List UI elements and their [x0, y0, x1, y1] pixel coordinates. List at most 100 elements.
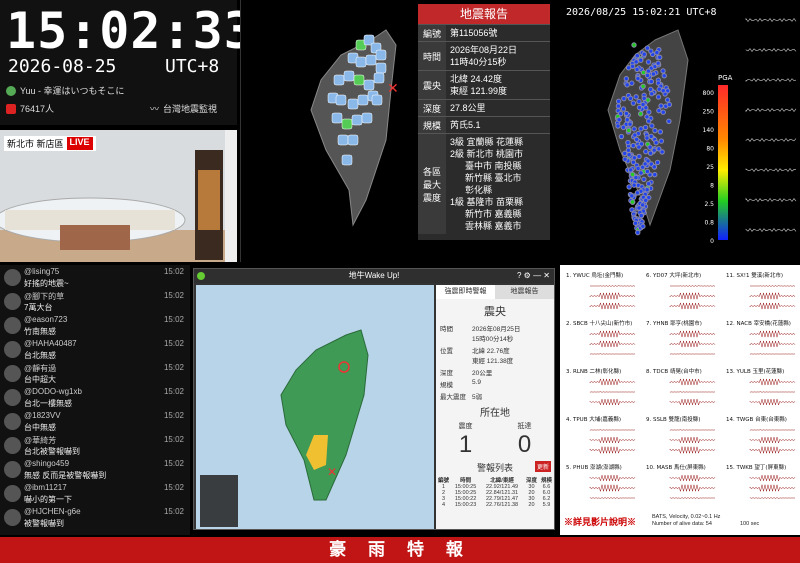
- report-row-value: 北緯 24.42度 東經 121.99度: [450, 74, 508, 96]
- station-label: 3. RLNB 二林(彰化縣): [566, 367, 621, 375]
- waveform-trace: [589, 436, 636, 444]
- report-row-value: 2026年08月22日 11時40分15秒: [450, 45, 518, 67]
- pga-station: [652, 127, 658, 134]
- report-row-key: 深度: [418, 100, 446, 116]
- app-status-dot: [197, 272, 205, 280]
- report-row-key: 規模: [418, 117, 446, 133]
- chat-author: @shingo459: [24, 459, 70, 468]
- pga-station: [632, 220, 639, 226]
- pga-station: [635, 165, 641, 172]
- pga-station: [618, 133, 625, 140]
- pga-station: [623, 75, 630, 82]
- pga-station: [620, 124, 627, 131]
- channel-name: 台灣地震監視: [163, 104, 218, 114]
- chat-author: @1823VV: [24, 411, 61, 420]
- station-label: 6. YD07 大坪(新北市): [646, 271, 701, 279]
- music-line: Yuu - 幸運はいつもそこに: [6, 84, 124, 97]
- chat-author: @lising75: [24, 267, 60, 276]
- pga-station: [644, 186, 650, 193]
- waveform-trace: [749, 340, 796, 348]
- heavy-rain-alert-banner: 豪 雨 特 報: [0, 537, 800, 563]
- app-title: 地牛Wake Up!: [348, 271, 400, 280]
- chat-text: 被警報嚇到: [24, 519, 64, 528]
- pga-station: [631, 182, 637, 188]
- pga-station: [626, 184, 632, 190]
- clock-date: 2026-08-25: [8, 56, 117, 77]
- pga-station: [631, 42, 637, 48]
- chat-time: 15:02: [163, 363, 184, 372]
- pga-station: [622, 150, 628, 157]
- waveform-trace: [669, 302, 716, 310]
- pga-station: [631, 126, 637, 132]
- pga-station: [637, 111, 644, 117]
- pga-tick-label: 8: [710, 183, 714, 190]
- intensity-marker: [337, 134, 349, 146]
- pga-station: [660, 87, 667, 94]
- seismogram-trace: [745, 227, 797, 233]
- chat-message: @腳下的草 7萬大台 15:02: [2, 291, 188, 315]
- pga-station: [633, 59, 639, 65]
- pga-station: [629, 199, 636, 205]
- app-map[interactable]: ✕: [196, 285, 434, 529]
- field-value: 北緯 22.76度 東經 121.38度: [472, 348, 514, 365]
- panel-heading: 震央: [484, 306, 506, 318]
- window-controls[interactable]: ? ⚙ — ✕: [517, 269, 550, 283]
- pga-station: [666, 101, 673, 108]
- refresh-button[interactable]: 更新: [534, 461, 551, 472]
- pga-station: [634, 190, 641, 196]
- pga-station: [627, 121, 633, 127]
- alert-cell: 4: [441, 502, 446, 508]
- chat-message: @ibm11217 嚇小的第一下 15:02: [2, 483, 188, 507]
- pga-station: [626, 127, 632, 134]
- station-label: 15. TWKB 望丁(屏東縣): [726, 463, 786, 471]
- pga-station: [649, 123, 655, 129]
- pga-station: [647, 144, 653, 150]
- chat-author: @eason723: [24, 315, 68, 324]
- intensity-marker: [351, 114, 363, 126]
- pga-station: [620, 106, 627, 112]
- pga-station: [666, 118, 672, 125]
- pga-station: [636, 144, 642, 150]
- viewer-count: 76417人: [20, 104, 55, 114]
- waveform-trace: [669, 429, 716, 431]
- chat-avatar: [4, 341, 21, 358]
- tab-report[interactable]: 地震報告: [495, 285, 554, 299]
- chat-time: 15:02: [163, 291, 184, 300]
- chat-text: 台中超大: [24, 375, 56, 384]
- intensity-marker: [331, 112, 343, 124]
- waveform-trace: [669, 378, 716, 386]
- location-values: 1 0: [436, 431, 554, 459]
- seismogram-trace: [745, 137, 797, 143]
- field-value: 2026年08月25日 15時00分14秒: [472, 326, 521, 343]
- station-label: 9. SSLB 雙龍(南投縣): [646, 415, 700, 423]
- pga-station: [640, 223, 646, 230]
- waveform-trace: [589, 378, 636, 386]
- earthquake-report: 地震報告 編號 第115056號 時間 2026年08月22日 11時40分15秒 震央…: [418, 4, 550, 240]
- intensity-label: 震度: [458, 423, 473, 430]
- chat-avatar: [4, 509, 21, 526]
- chat-time: 15:02: [163, 339, 184, 348]
- pga-station: [656, 107, 662, 114]
- waveform-trace: [669, 329, 716, 338]
- chat-text: 台北一樓無感: [24, 399, 72, 408]
- intensity-marker: [353, 74, 365, 86]
- chat-message: @DODO-wg1xb 台北一樓無感 15:02: [2, 387, 188, 411]
- chat-message: @lising75 好搖的地震~ 15:02: [2, 267, 188, 291]
- pga-station: [635, 75, 641, 82]
- report-row-value: 3級 宜蘭縣 花蓮縣 2級 新北市 桃園市 臺中市 南投縣 新竹縣 臺北市 彰化…: [450, 137, 524, 231]
- tab-realtime[interactable]: 強震即時警報: [436, 285, 495, 299]
- chat-message: @靜有過 台中超大 15:02: [2, 363, 188, 387]
- intensity-marker: [361, 112, 373, 124]
- pga-ticks: 800 250 140 80 25 8 2.5 0.8 0: [703, 90, 715, 245]
- live-camera: 新北市 新店區 LIVE: [0, 130, 237, 262]
- waveform-trace: [749, 429, 796, 431]
- intensity-marker: [341, 154, 353, 166]
- seismogram-trace: [745, 77, 797, 83]
- intensity-marker: [335, 94, 347, 106]
- report-row-key: 各區 最大 震度: [418, 134, 446, 234]
- waveform-trace: [669, 484, 716, 493]
- pga-color-scale: [718, 85, 728, 240]
- pga-tick-label: 80: [706, 146, 714, 153]
- app-tabs: 強震即時警報 地震報告: [436, 285, 554, 299]
- alert-row[interactable]: 4 15:00:23 22.76/121.38 20 5.9: [436, 502, 554, 508]
